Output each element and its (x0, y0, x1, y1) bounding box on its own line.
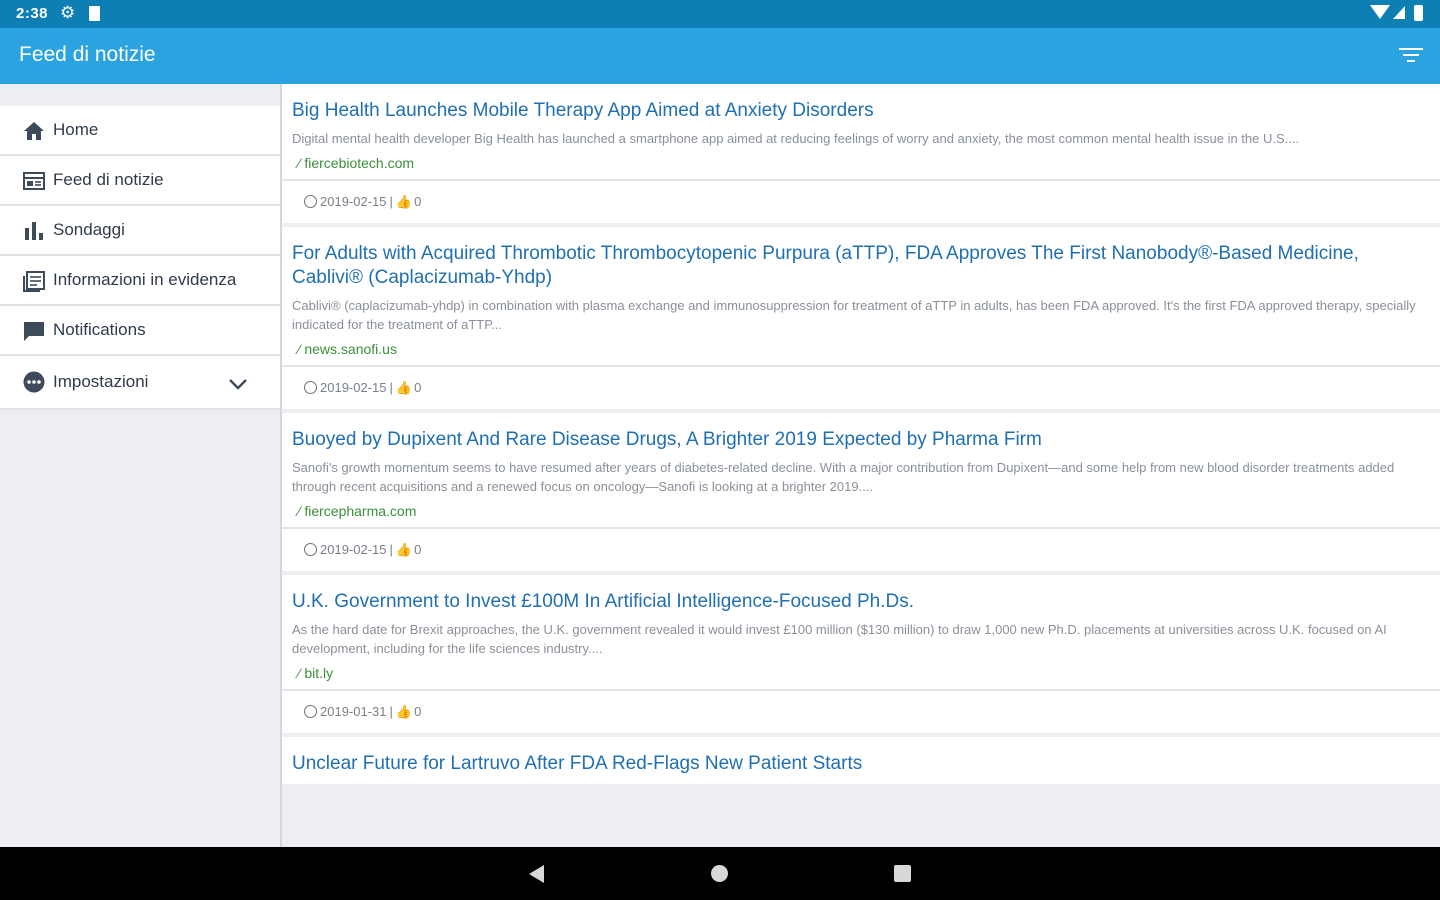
sidebar-item-feed[interactable]: Feed di notizie (0, 156, 280, 206)
home-icon (24, 122, 44, 140)
message-icon (24, 322, 44, 341)
article-date: 2019-02-15 (320, 380, 387, 395)
article-summary: Digital mental health developer Big Heal… (292, 131, 1300, 146)
sidebar-item-surveys[interactable]: Sondaggi (0, 206, 280, 256)
app-bar: Feed di notizie (0, 28, 1440, 84)
article-source: fiercebiotech.com (304, 155, 415, 171)
sidebar-item-highlights[interactable]: Informazioni in evidenza (0, 256, 280, 306)
wifi-icon (1370, 5, 1390, 19)
article-meta: 2019-02-15 | 👍 0 (282, 529, 1440, 571)
status-time: 2:38 (16, 5, 49, 22)
more-icon (23, 371, 45, 393)
like-count: 0 (414, 542, 422, 557)
back-icon[interactable] (529, 865, 544, 883)
news-card[interactable]: For Adults with Acquired Thrombotic Thro… (282, 227, 1440, 409)
recents-icon[interactable] (894, 865, 911, 882)
like-icon[interactable]: 👍 (396, 181, 412, 223)
article-meta: 2019-01-31 | 👍 0 (282, 691, 1440, 733)
article-title[interactable]: For Adults with Acquired Thrombotic Thro… (292, 242, 1430, 290)
article-title[interactable]: Unclear Future for Lartruvo After FDA Re… (292, 752, 1430, 776)
article-source: news.sanofi.us (304, 341, 397, 357)
like-count: 0 (414, 194, 422, 209)
settings-status-icon: ⚙ (60, 3, 76, 22)
article-meta: 2019-02-15 | 👍 0 (282, 367, 1440, 409)
article-title[interactable]: Big Health Launches Mobile Therapy App A… (292, 99, 1430, 123)
chevron-down-icon[interactable] (228, 374, 248, 394)
article-source-link[interactable]: ⁄ news.sanofi.us (292, 341, 1430, 357)
like-icon[interactable]: 👍 (396, 529, 412, 571)
sd-card-icon (89, 6, 100, 21)
sidebar-item-label: Home (53, 120, 99, 139)
signal-icon (1393, 6, 1405, 19)
news-card[interactable]: U.K. Government to Invest £100M In Artif… (282, 575, 1440, 733)
article-summary: As the hard date for Brexit approaches, … (292, 622, 1387, 656)
sidebar: Home Feed di notizie Sondaggi Informazio… (0, 84, 282, 847)
sidebar-item-label: Informazioni in evidenza (53, 270, 237, 289)
article-title[interactable]: Buoyed by Dupixent And Rare Disease Drug… (292, 428, 1430, 452)
status-bar: 2:38 ⚙ (0, 0, 1440, 28)
sidebar-item-home[interactable]: Home (0, 106, 280, 156)
news-feed: Big Health Launches Mobile Therapy App A… (282, 84, 1440, 847)
system-nav-bar (0, 847, 1440, 900)
news-card[interactable]: Big Health Launches Mobile Therapy App A… (282, 84, 1440, 223)
clock-icon (304, 381, 317, 394)
news-card[interactable]: Unclear Future for Lartruvo After FDA Re… (282, 737, 1440, 784)
article-title[interactable]: U.K. Government to Invest £100M In Artif… (292, 590, 1430, 614)
home-button-icon[interactable] (711, 865, 728, 882)
article-date: 2019-02-15 (320, 194, 387, 209)
link-icon: ⁄ (298, 341, 301, 357)
feed-icon (23, 172, 45, 190)
article-summary: Sanofi's growth momentum seems to have r… (292, 460, 1395, 494)
sidebar-item-label: Sondaggi (53, 220, 125, 239)
article-summary: Cablivi® (caplacizumab-yhdp) in combinat… (292, 298, 1416, 332)
like-icon[interactable]: 👍 (396, 367, 412, 409)
article-source-link[interactable]: ⁄ bit.ly (292, 665, 1430, 681)
article-meta: 2019-02-15 | 👍 0 (282, 181, 1440, 223)
article-date: 2019-02-15 (320, 542, 387, 557)
sidebar-item-label: Feed di notizie (53, 170, 164, 189)
filter-icon[interactable] (1399, 48, 1423, 64)
link-icon: ⁄ (298, 665, 301, 681)
like-count: 0 (414, 380, 422, 395)
article-source-link[interactable]: ⁄ fiercebiotech.com (292, 155, 1430, 171)
bar-chart-icon (25, 222, 43, 240)
battery-icon (1414, 5, 1423, 21)
sidebar-item-label: Impostazioni (53, 372, 149, 391)
clock-icon (304, 705, 317, 718)
sidebar-item-notifications[interactable]: Notifications (0, 306, 280, 356)
article-source: bit.ly (304, 665, 334, 681)
article-icon (23, 271, 45, 292)
article-source: fiercepharma.com (304, 503, 417, 519)
clock-icon (304, 543, 317, 556)
link-icon: ⁄ (298, 155, 301, 171)
article-source-link[interactable]: ⁄ fiercepharma.com (292, 503, 1430, 519)
article-date: 2019-01-31 (320, 704, 387, 719)
like-icon[interactable]: 👍 (396, 691, 412, 733)
clock-icon (304, 195, 317, 208)
like-count: 0 (414, 704, 422, 719)
sidebar-item-settings[interactable]: Impostazioni (0, 356, 280, 410)
sidebar-item-label: Notifications (53, 320, 146, 339)
link-icon: ⁄ (298, 503, 301, 519)
news-card[interactable]: Buoyed by Dupixent And Rare Disease Drug… (282, 413, 1440, 571)
page-title: Feed di notizie (19, 43, 156, 66)
